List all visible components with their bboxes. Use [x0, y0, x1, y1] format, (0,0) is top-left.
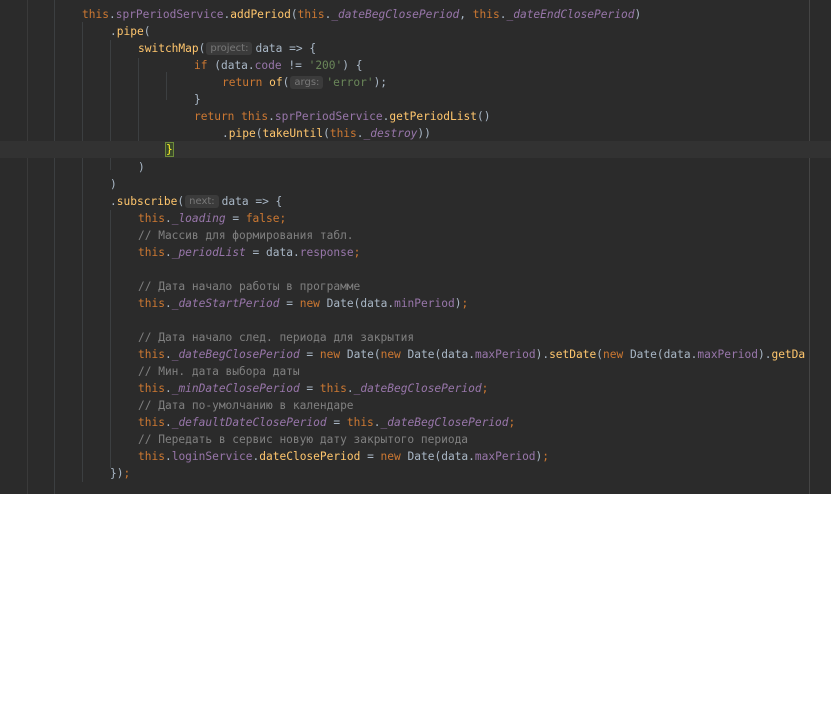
indent-guide [138, 58, 139, 154]
code-editor[interactable]: this.sprPeriodService.addPeriod(this._da… [0, 0, 831, 494]
gutter-separator [27, 0, 28, 494]
code-line[interactable]: this._dateStartPeriod = new Date(data.mi… [138, 295, 468, 312]
code-line[interactable]: .pipe(takeUntil(this._destroy)) [222, 125, 431, 142]
code-line[interactable]: this._periodList = data.response; [138, 244, 360, 261]
code-line[interactable]: this._minDateClosePeriod = this._dateBeg… [138, 380, 488, 397]
code-line[interactable]: this._dateBegClosePeriod = new Date(new … [138, 346, 805, 363]
matched-brace: } [165, 142, 174, 157]
code-line[interactable]: return of(args:'error'); [222, 74, 387, 91]
code-line[interactable]: this.sprPeriodService.addPeriod(this._da… [82, 6, 641, 23]
indent-guide [166, 72, 167, 100]
code-line[interactable]: return this.sprPeriodService.getPeriodLi… [194, 108, 490, 125]
parameter-hint: next: [185, 195, 219, 208]
code-line[interactable]: .subscribe(next: data => { [110, 193, 282, 210]
code-line[interactable]: switchMap(project: data => { [138, 40, 316, 57]
code-line[interactable]: ) [138, 159, 145, 176]
code-line[interactable]: ) [110, 176, 117, 193]
code-line[interactable]: .pipe( [110, 23, 150, 40]
indent-guide [54, 0, 55, 494]
code-comment[interactable]: // Дата начало след. периода для закрыти… [138, 329, 414, 346]
indent-guide [110, 210, 111, 468]
code-comment[interactable]: // Массив для формирования табл. [138, 227, 354, 244]
parameter-hint: args: [290, 76, 324, 89]
code-line[interactable]: } [194, 91, 201, 108]
indent-guide [82, 22, 83, 482]
code-line[interactable]: this.loginService.dateClosePeriod = new … [138, 448, 549, 465]
code-line[interactable]: }); [110, 465, 130, 482]
code-comment[interactable]: // Дата начало работы в программе [138, 278, 360, 295]
code-comment[interactable]: // Дата по-умолчанию в календаре [138, 397, 354, 414]
code-comment[interactable]: // Мин. дата выбора даты [138, 363, 300, 380]
code-comment[interactable]: // Передать в сервис новую дату закрытог… [138, 431, 468, 448]
code-line[interactable]: this._loading = false; [138, 210, 286, 227]
code-line[interactable]: } [165, 141, 174, 158]
parameter-hint: project: [206, 42, 253, 55]
code-line[interactable]: if (data.code != '200') { [194, 57, 362, 74]
code-line[interactable]: this._defaultDateClosePeriod = this._dat… [138, 414, 515, 431]
right-margin-guide [809, 0, 810, 494]
current-line-highlight [0, 141, 831, 158]
